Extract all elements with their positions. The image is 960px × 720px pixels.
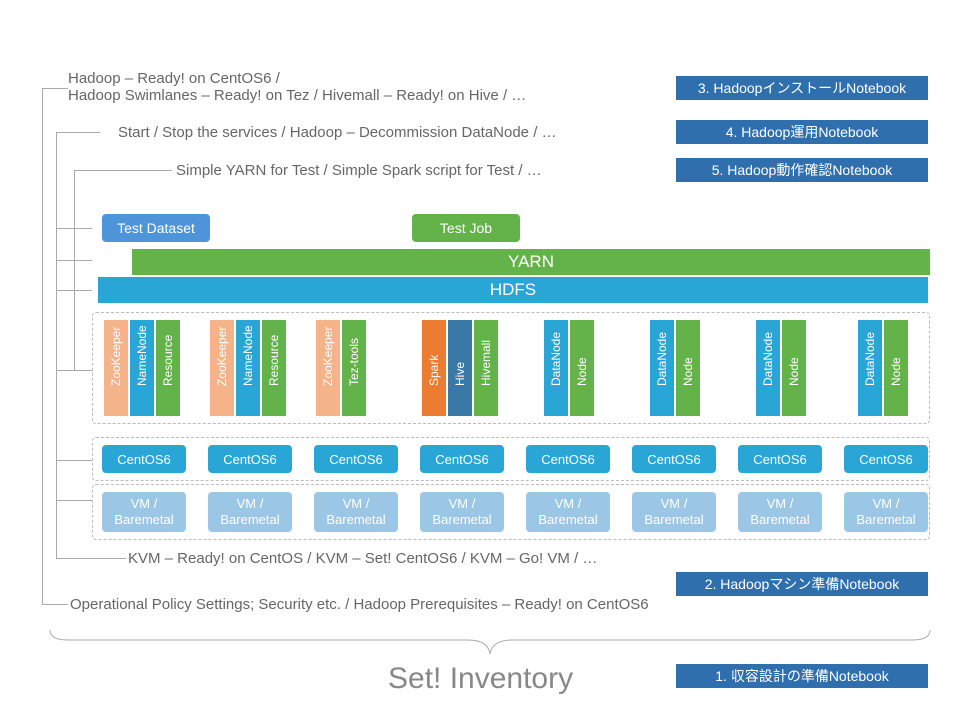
svc-6: ZooKeeper bbox=[316, 300, 340, 396]
svc-11: DataNode bbox=[544, 300, 568, 396]
hw-6: VM /Baremetal bbox=[632, 492, 716, 532]
hw-2: VM /Baremetal bbox=[208, 492, 292, 532]
nb-install: 3. HadoopインストールNotebook bbox=[676, 76, 928, 100]
os-3: CentOS6 bbox=[314, 445, 398, 473]
kvm-caption: KVM – Ready! on CentOS / KVM – Set! Cent… bbox=[128, 550, 597, 567]
os-1: CentOS6 bbox=[102, 445, 186, 473]
hw-1: VM /Baremetal bbox=[102, 492, 186, 532]
nb-machine: 2. Hadoopマシン準備Notebook bbox=[676, 572, 928, 596]
hw-7: VM /Baremetal bbox=[738, 492, 822, 532]
nb-inventory: 1. 収容設計の準備Notebook bbox=[676, 664, 928, 688]
svc-16: Node Manager bbox=[782, 300, 830, 396]
svc-17: DataNode bbox=[858, 300, 882, 396]
os-6: CentOS6 bbox=[632, 445, 716, 473]
policy-caption: Operational Policy Settings; Security et… bbox=[70, 596, 649, 613]
svc-2: Resource Manager bbox=[156, 300, 204, 396]
hw-3: VM /Baremetal bbox=[314, 492, 398, 532]
svc-4: NameNode bbox=[236, 300, 260, 396]
hw-8: VM /Baremetal bbox=[844, 492, 928, 532]
svc-18: Node Manager bbox=[884, 300, 932, 396]
svc-13: DataNode bbox=[650, 300, 674, 396]
svc-8: Spark bbox=[422, 300, 446, 396]
svc-10: Hivemall bbox=[474, 300, 498, 396]
chip-test-dataset: Test Dataset bbox=[102, 214, 210, 242]
os-7: CentOS6 bbox=[738, 445, 822, 473]
bar-yarn: YARN bbox=[132, 249, 930, 275]
svc-1: NameNode bbox=[130, 300, 154, 396]
os-2: CentOS6 bbox=[208, 445, 292, 473]
big-title: Set! Inventory bbox=[388, 662, 573, 696]
svc-0: ZooKeeper bbox=[104, 300, 128, 396]
os-8: CentOS6 bbox=[844, 445, 928, 473]
bottom-brace bbox=[48, 628, 932, 658]
svc-9: Hive bbox=[448, 300, 472, 396]
os-5: CentOS6 bbox=[526, 445, 610, 473]
hw-4: VM /Baremetal bbox=[420, 492, 504, 532]
os-4: CentOS6 bbox=[420, 445, 504, 473]
svc-5: Resource Manager bbox=[262, 300, 310, 396]
nb-test: 5. Hadoop動作確認Notebook bbox=[676, 158, 928, 182]
svc-3: ZooKeeper bbox=[210, 300, 234, 396]
chip-test-job: Test Job bbox=[412, 214, 520, 242]
svc-7: Tez-tools bbox=[342, 300, 366, 396]
install-caption: Hadoop – Ready! on CentOS6 / Hadoop Swim… bbox=[68, 70, 526, 104]
hw-5: VM /Baremetal bbox=[526, 492, 610, 532]
ops-caption: Start / Stop the services / Hadoop – Dec… bbox=[118, 124, 557, 141]
nb-ops: 4. Hadoop運用Notebook bbox=[676, 120, 928, 144]
svc-15: DataNode bbox=[756, 300, 780, 396]
test-caption: Simple YARN for Test / Simple Spark scri… bbox=[176, 162, 542, 179]
svc-12: Node Manager bbox=[570, 300, 618, 396]
svc-14: Node Manager bbox=[676, 300, 724, 396]
